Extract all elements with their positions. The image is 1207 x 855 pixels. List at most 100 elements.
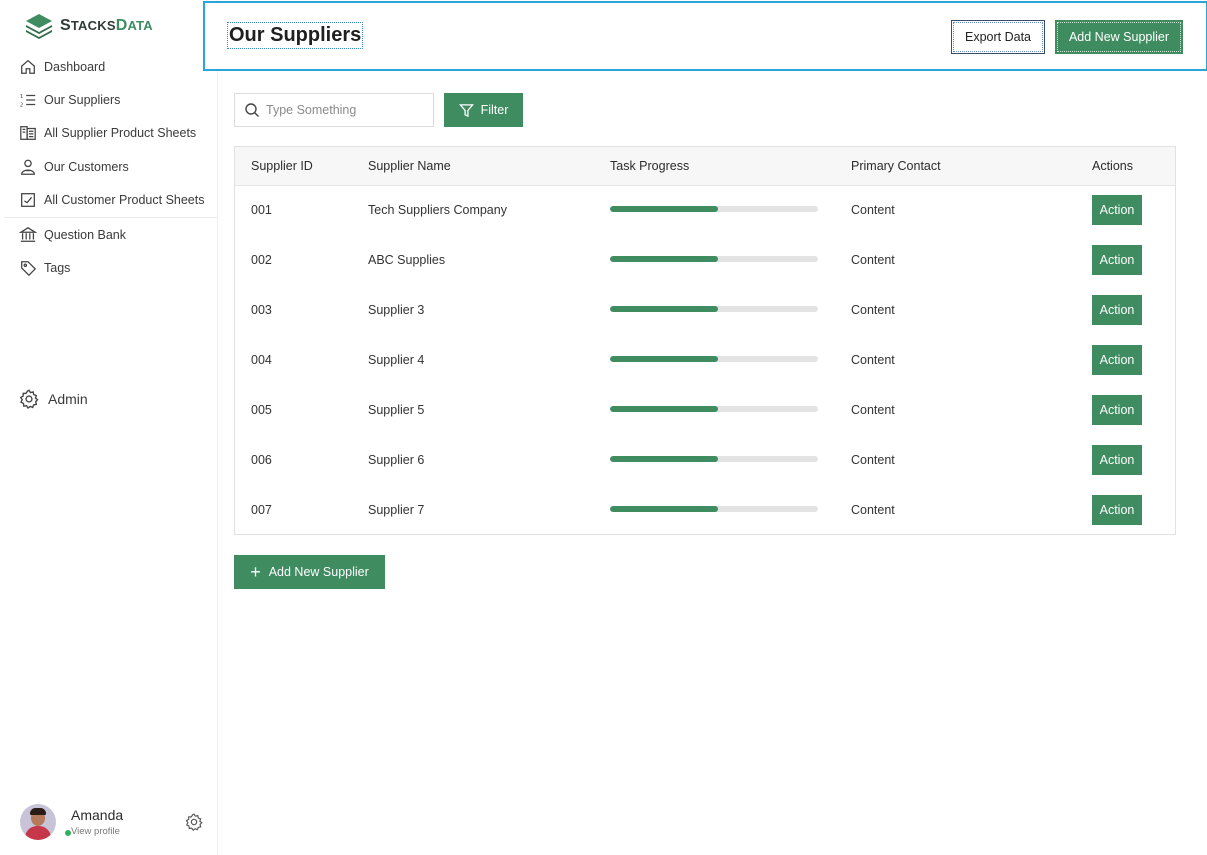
supplier-id: 005 xyxy=(251,403,272,417)
task-progress-bar xyxy=(610,356,818,362)
sidebar-item-all-customer-product-sheets[interactable]: All Customer Product Sheets xyxy=(4,184,218,217)
logo[interactable]: STACKSDATA xyxy=(24,12,153,40)
column-header-actions: Actions xyxy=(1092,159,1133,173)
table-header: Supplier ID Supplier Name Task Progress … xyxy=(235,147,1175,186)
customer-icon xyxy=(18,157,38,177)
supplier-id: 007 xyxy=(251,503,272,517)
task-progress-bar xyxy=(610,506,818,512)
sidebar-item-label: Dashboard xyxy=(44,59,106,74)
sidebar-item-admin[interactable]: Admin xyxy=(18,388,88,410)
supplier-name: Tech Suppliers Company xyxy=(368,203,507,217)
logo-text: STACKSDATA xyxy=(60,17,153,34)
supplier-name: Supplier 6 xyxy=(368,453,425,467)
task-progress-bar xyxy=(610,456,818,462)
column-header-supplier-id[interactable]: Supplier ID xyxy=(251,159,313,173)
sidebar-item-label: All Customer Product Sheets xyxy=(44,193,205,208)
task-progress-bar xyxy=(610,406,818,412)
action-button[interactable]: Action xyxy=(1092,195,1142,225)
checklist-icon xyxy=(18,190,38,210)
task-progress-bar xyxy=(610,306,818,312)
add-new-supplier-label: Add New Supplier xyxy=(268,565,369,579)
profile-text: Amanda View profile xyxy=(71,807,123,837)
search-box[interactable] xyxy=(234,93,434,127)
plus-icon: + xyxy=(250,562,261,582)
action-button[interactable]: Action xyxy=(1092,295,1142,325)
supplier-id: 003 xyxy=(251,303,272,317)
filter-label: Filter xyxy=(480,103,509,117)
sidebar-nav: Dashboard 12 Our Suppliers All Supplier … xyxy=(4,50,218,285)
filter-icon xyxy=(458,103,474,117)
primary-contact: Content xyxy=(851,453,895,467)
numbered-list-icon: 12 xyxy=(18,90,38,110)
sidebar-item-dashboard[interactable]: Dashboard xyxy=(4,50,218,83)
supplier-name: Supplier 5 xyxy=(368,403,425,417)
sidebar-item-label: Tags xyxy=(44,261,71,276)
action-button[interactable]: Action xyxy=(1092,345,1142,375)
action-button[interactable]: Action xyxy=(1092,445,1142,475)
action-button[interactable]: Action xyxy=(1092,395,1142,425)
export-data-button[interactable]: Export Data xyxy=(951,20,1045,54)
supplier-id: 006 xyxy=(251,453,272,467)
supplier-name: Supplier 7 xyxy=(368,503,425,517)
sidebar-item-question-bank[interactable]: Question Bank xyxy=(4,218,218,251)
supplier-name: Supplier 3 xyxy=(368,303,425,317)
product-sheet-icon xyxy=(18,123,38,143)
add-new-supplier-bottom-button[interactable]: + Add New Supplier xyxy=(234,555,385,589)
column-header-primary-contact[interactable]: Primary Contact xyxy=(851,159,941,173)
supplier-id: 001 xyxy=(251,203,272,217)
column-header-task-progress[interactable]: Task Progress xyxy=(610,159,689,173)
sidebar: STACKSDATA Dashboard 12 Our Suppliers Al… xyxy=(4,0,218,855)
sidebar-item-label: Our Customers xyxy=(44,159,129,174)
search-icon xyxy=(245,103,259,117)
table-row[interactable]: 006 Supplier 6 Content Action xyxy=(235,435,1175,485)
profile-name: Amanda xyxy=(71,807,124,823)
table-row[interactable]: 004 Supplier 4 Content Action xyxy=(235,335,1175,385)
task-progress-bar xyxy=(610,256,818,262)
filter-button[interactable]: Filter xyxy=(444,93,523,127)
primary-contact: Content xyxy=(851,303,895,317)
svg-text:1: 1 xyxy=(20,94,23,100)
table-row[interactable]: 002 ABC Supplies Content Action xyxy=(235,235,1175,285)
avatar[interactable] xyxy=(20,804,56,840)
page-header: Our Suppliers Export Data Add New Suppli… xyxy=(203,1,1207,71)
svg-text:2: 2 xyxy=(20,102,23,108)
sidebar-item-label: Question Bank xyxy=(44,227,126,242)
supplier-name: Supplier 4 xyxy=(368,353,425,367)
primary-contact: Content xyxy=(851,203,895,217)
table-row[interactable]: 005 Supplier 5 Content Action xyxy=(235,385,1175,435)
sidebar-item-tags[interactable]: Tags xyxy=(4,251,218,284)
task-progress-bar xyxy=(610,206,818,212)
online-status-indicator xyxy=(64,829,72,837)
column-header-supplier-name[interactable]: Supplier Name xyxy=(368,159,451,173)
table-row[interactable]: 003 Supplier 3 Content Action xyxy=(235,285,1175,335)
table-row[interactable]: 007 Supplier 7 Content Action xyxy=(235,485,1175,535)
supplier-id: 004 xyxy=(251,353,272,367)
sidebar-item-our-customers[interactable]: Our Customers xyxy=(4,150,218,183)
stacked-layers-icon xyxy=(26,14,52,39)
settings-gear-icon[interactable] xyxy=(184,812,204,832)
action-button[interactable]: Action xyxy=(1092,245,1142,275)
sidebar-item-label: All Supplier Product Sheets xyxy=(44,126,197,141)
primary-contact: Content xyxy=(851,253,895,267)
bank-icon xyxy=(18,225,38,245)
search-input[interactable] xyxy=(266,103,426,117)
tag-icon xyxy=(18,258,38,278)
sidebar-item-all-supplier-product-sheets[interactable]: All Supplier Product Sheets xyxy=(4,117,218,150)
page-title: Our Suppliers xyxy=(226,22,364,49)
home-icon xyxy=(18,57,38,77)
primary-contact: Content xyxy=(851,503,895,517)
supplier-name: ABC Supplies xyxy=(368,253,446,267)
suppliers-table: Supplier ID Supplier Name Task Progress … xyxy=(234,146,1176,535)
table-row[interactable]: 001 Tech Suppliers Company Content Actio… xyxy=(235,185,1175,235)
supplier-id: 002 xyxy=(251,253,272,267)
admin-label: Admin xyxy=(48,391,88,407)
action-button[interactable]: Action xyxy=(1092,495,1142,525)
primary-contact: Content xyxy=(851,353,895,367)
primary-contact: Content xyxy=(851,403,895,417)
gear-icon xyxy=(19,389,39,409)
sidebar-item-our-suppliers[interactable]: 12 Our Suppliers xyxy=(4,83,218,116)
profile-card[interactable]: Amanda View profile xyxy=(20,802,210,842)
add-new-supplier-button[interactable]: Add New Supplier xyxy=(1055,20,1183,54)
view-profile-link[interactable]: View profile xyxy=(71,826,123,837)
sidebar-item-label: Our Suppliers xyxy=(44,93,121,108)
